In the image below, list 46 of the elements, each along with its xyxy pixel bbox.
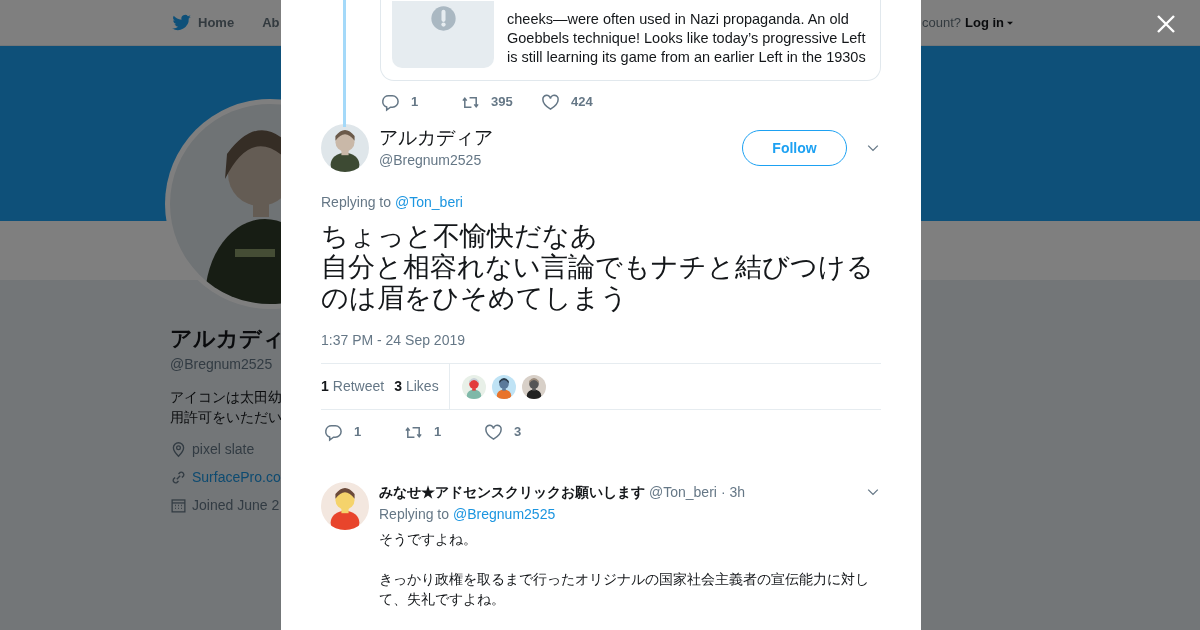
tweet-text-line: 自分と相容れない言論でもナチと結びつける — [321, 252, 874, 283]
location-icon — [170, 440, 187, 458]
reply-button[interactable]: 1 — [381, 92, 461, 112]
heart-icon — [541, 92, 560, 112]
quoted-card[interactable]: cheeks—were often used in Nazi propaganda. An old Goebbels technique! Looks like today’s progressive Left is still learning its game from an earlier Left in the 1930s — [380, 0, 881, 81]
reply-button[interactable]: 1 — [324, 422, 404, 442]
close-icon — [1155, 13, 1177, 35]
reply-age: · 3h — [720, 482, 746, 502]
quoted-text: cheeks—were often used in Nazi propaganda. An old Goebbels technique! Looks like today’s progressive Left is still learning its game from an earlier Left in the 1930s — [507, 10, 866, 67]
mention-link[interactable]: @Bregnum2525 — [453, 504, 556, 525]
profile-name: アルカディ — [170, 326, 285, 352]
reply-paragraph: きっかり政権を取るまで行ったオリジナルの国家社会主義者の宣伝能力に対して、失礼ですよね。 — [379, 570, 870, 609]
reply-author-name: みなせ★アドセンスクリックお願いします — [379, 482, 645, 502]
replying-label: Replying to — [321, 193, 392, 212]
like-button[interactable]: 3 — [484, 422, 522, 442]
profile-handle: @Bregnum2525 — [170, 355, 273, 374]
reply-paragraph: そうですよね。 — [379, 530, 478, 549]
author-name: アルカディア — [379, 125, 493, 150]
account-prompt: count? — [921, 13, 961, 32]
reply-icon — [381, 92, 400, 112]
reply-icon — [324, 422, 343, 442]
like-button[interactable]: 424 — [541, 92, 593, 112]
alert-icon — [429, 5, 457, 32]
profile-bio-line: 用許可をいただい — [170, 408, 282, 427]
link-icon — [170, 468, 187, 486]
close-button[interactable] — [1155, 13, 1177, 35]
retweet-button[interactable]: 395 — [461, 92, 541, 112]
mention-link[interactable]: @Ton_beri — [395, 192, 463, 213]
author-handle: @Bregnum2525 — [379, 150, 483, 170]
profile-location: pixel slate — [192, 439, 255, 459]
home-link[interactable]: Home — [171, 12, 235, 33]
bird-icon — [171, 12, 192, 33]
tweet-text-line: のは眉をひそめてしまう — [321, 283, 628, 314]
login-link[interactable]: Log in — [965, 12, 1016, 33]
profile-joined-date: Joined June 2 — [192, 495, 280, 515]
heart-icon — [484, 422, 503, 442]
stat-link[interactable]: 3 Likes — [394, 376, 439, 397]
replying-label: Replying to — [379, 505, 450, 524]
tweet-timestamp: 1:37 PM - 24 Sep 2019 — [321, 331, 466, 350]
calendar-icon — [170, 496, 187, 514]
tweet-text-line: ちょっと不愉快だなあ — [321, 221, 598, 252]
retweet-button[interactable]: 1 — [404, 422, 484, 442]
about-link[interactable]: Ab — [262, 12, 280, 33]
reply-author-handle: @Ton_beri — [649, 482, 717, 502]
profile-bio-line: アイコンは太田幼 — [170, 388, 282, 407]
stat-link[interactable]: 1 Retweet — [321, 376, 385, 397]
